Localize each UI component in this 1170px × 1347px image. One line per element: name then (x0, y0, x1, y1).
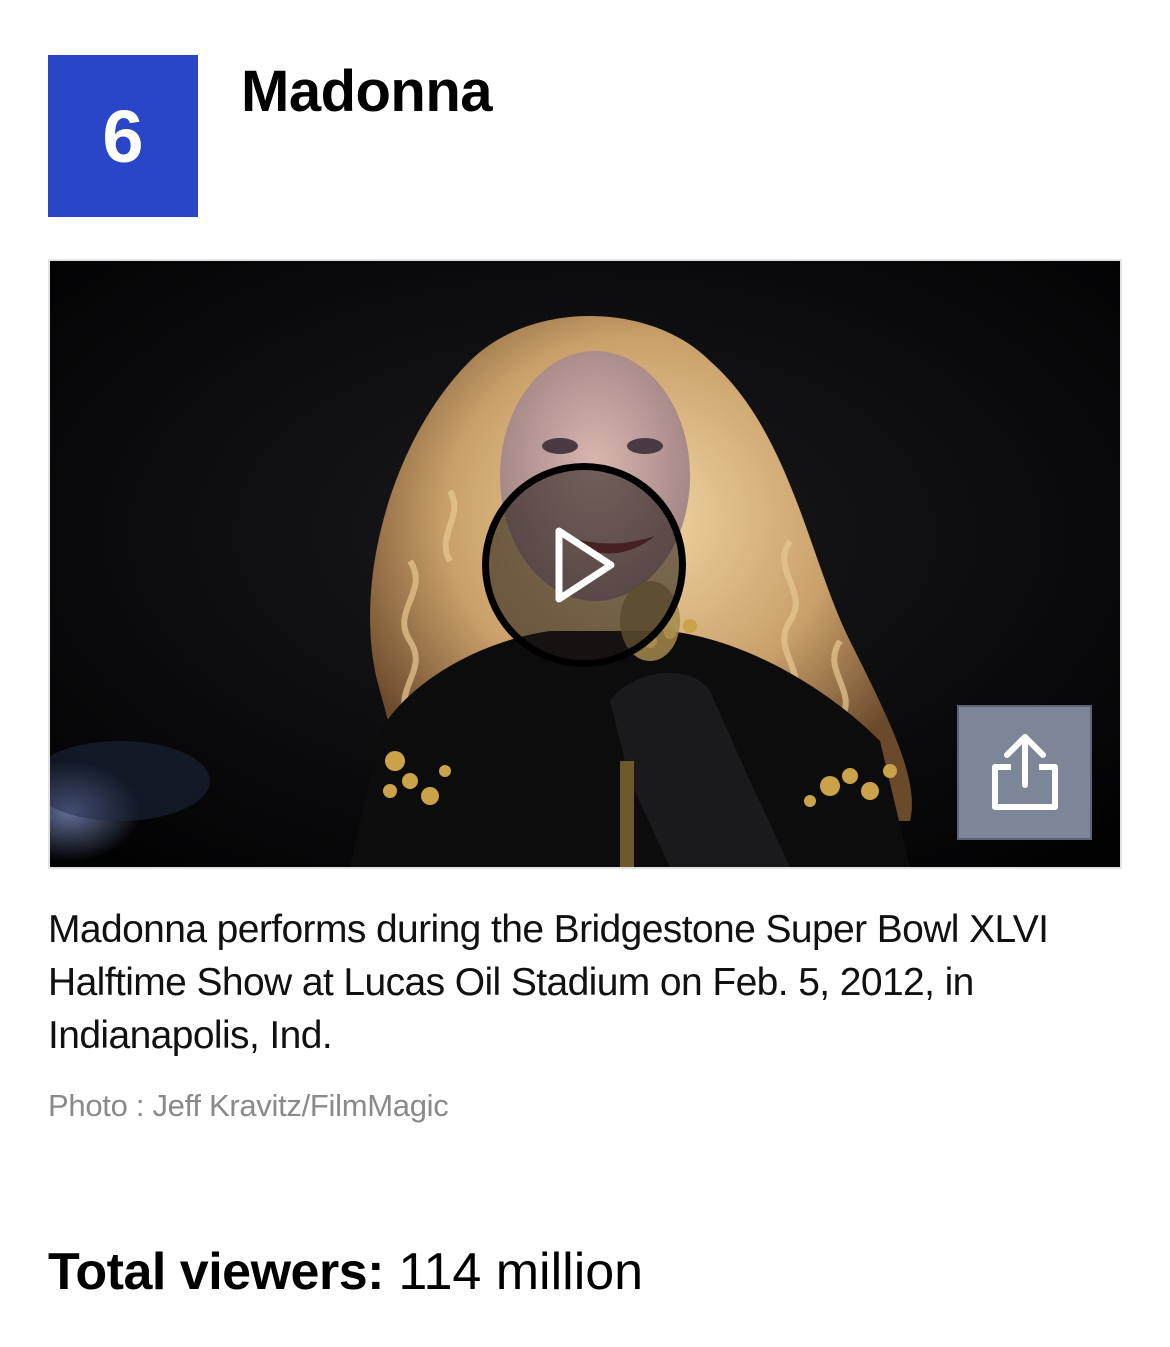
photo-credit: Photo : Jeff Kravitz/FilmMagic (48, 1088, 449, 1123)
photo-caption: Madonna performs during the Bridgestone … (48, 908, 1049, 1057)
play-icon (555, 527, 615, 603)
stat-value: 114 million (398, 1243, 644, 1301)
share-icon (991, 733, 1058, 810)
ranking-entry: 6 Madonna Madonna performs during the Br… (0, 0, 1170, 1347)
stat-label: Total viewers: (48, 1243, 384, 1301)
share-button[interactable] (957, 705, 1092, 840)
play-button[interactable] (482, 463, 686, 667)
rank-badge: 6 (48, 55, 198, 217)
entry-title: Madonna (241, 59, 493, 124)
video-player[interactable] (48, 259, 1122, 869)
total-viewers-stat: Total viewers: 114 million (48, 1242, 643, 1302)
rank-number: 6 (102, 94, 144, 178)
